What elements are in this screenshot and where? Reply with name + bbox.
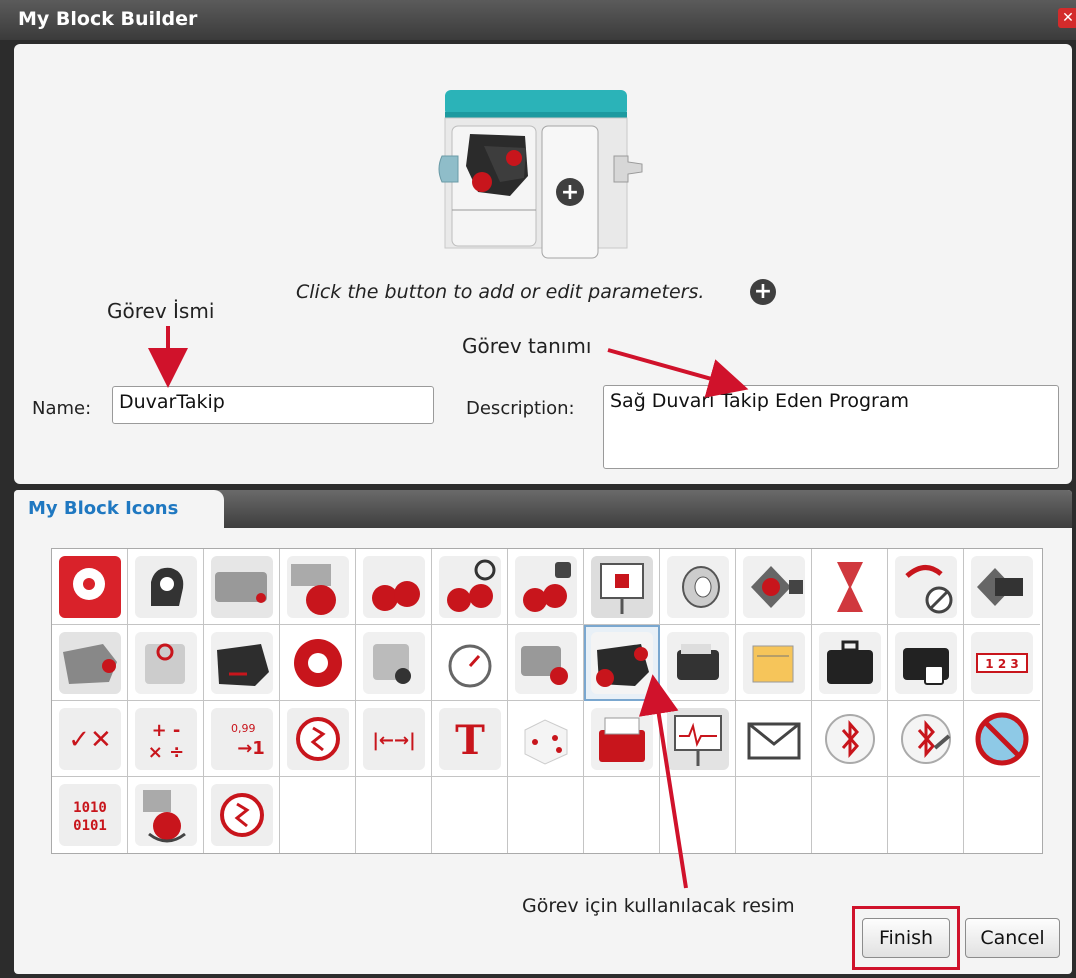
arrow-task-description bbox=[607, 348, 749, 398]
my-block-builder-window: My Block Builder ✕ + Click the button to… bbox=[0, 0, 1076, 978]
arrow-task-image bbox=[638, 674, 688, 889]
annotation-arrows bbox=[148, 326, 749, 889]
